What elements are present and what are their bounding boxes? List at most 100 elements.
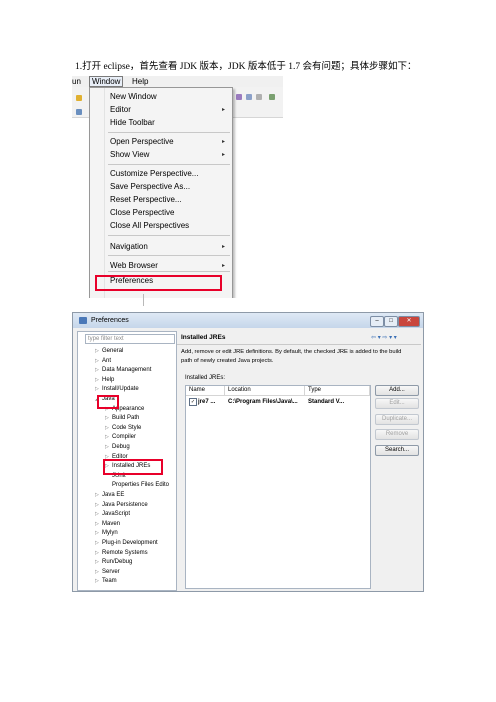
minimize-button[interactable]: – [370,316,384,327]
maximize-button[interactable]: □ [384,316,398,327]
column-type[interactable]: Type [305,386,370,395]
menu-item-editor[interactable]: Editor [110,105,131,115]
menu-item-new-window[interactable]: New Window [110,92,157,102]
jre-checkbox[interactable]: ✓ [189,398,197,406]
menu-gutter [104,88,105,298]
close-button[interactable]: ✕ [398,316,420,327]
tree-item-java-persistence[interactable]: Java Persistence [102,501,148,509]
tree-expand-icon[interactable]: ▷ [95,529,99,537]
menu-separator [108,235,230,236]
add-button[interactable]: Add... [375,385,419,396]
preferences-dialog: Preferences – □ ✕ type filter text ▷ Gene… [72,312,424,592]
menu-separator [108,132,230,133]
toolbar-nav-icon[interactable] [76,109,82,115]
menu-separator [108,164,230,165]
toolbar-pause-icon[interactable] [246,94,252,100]
filter-input[interactable]: type filter text [85,334,175,344]
tree-item-install-update[interactable]: Install/Update [102,385,139,393]
tree-expand-icon[interactable]: ▷ [95,577,99,585]
tree-expand-icon[interactable]: ▷ [95,376,99,384]
tree-expand-icon[interactable]: ▷ [95,510,99,518]
tree-expand-icon[interactable]: ▷ [105,414,109,422]
tree-expand-icon[interactable]: ▷ [95,385,99,393]
tree-expand-icon[interactable]: ▷ [95,539,99,547]
window-menu-screenshot: un Window Help New Window Editor ▸ Hide Too… [72,76,283,298]
jre-table: Name Location Type ✓ jre7 ... C:\Program… [185,385,371,589]
menu-item-reset-perspective[interactable]: Reset Perspective... [110,195,182,205]
history-nav-icons[interactable]: ⇦ ▾ ⇨ ▾ ▾ [371,334,397,341]
submenu-arrow-icon: ▸ [221,139,225,145]
tree-expand-icon[interactable]: ▷ [105,443,109,451]
tree-item-team[interactable]: Team [102,577,117,585]
tree-item-debug[interactable]: Debug [112,443,130,451]
menu-item-navigation[interactable]: Navigation [110,242,148,252]
tree-item-remote-systems[interactable]: Remote Systems [102,549,148,557]
tree-expand-icon[interactable]: ▷ [95,366,99,374]
tree-item-plug-in-development[interactable]: Plug-in Development [102,539,158,547]
edit-button[interactable]: Edit... [375,398,419,409]
column-location[interactable]: Location [225,386,305,395]
search-button[interactable]: Search... [375,445,419,456]
tree-expand-icon[interactable]: ▷ [95,520,99,528]
installed-jres-label: Installed JREs: [185,375,226,381]
tree-expand-icon[interactable]: ▷ [95,501,99,509]
page-title: Installed JREs [181,334,226,341]
toolbar-bulb-icon[interactable] [76,95,82,101]
tree-expand-icon[interactable]: ▷ [95,549,99,557]
preferences-window-icon [79,317,87,324]
tree-expand-icon[interactable]: ▷ [95,357,99,365]
toolbar-stop-icon[interactable] [256,94,262,100]
menu-item-show-view[interactable]: Show View [110,150,149,160]
column-name[interactable]: Name [186,386,225,395]
tree-item-ant[interactable]: Ant [102,357,111,365]
tree-expand-icon[interactable]: ▷ [95,558,99,566]
menu-item-open-perspective[interactable]: Open Perspective [110,137,174,147]
tree-item-code-style[interactable]: Code Style [112,424,141,432]
jre-name-cell[interactable]: jre7 ... [198,398,215,406]
toolbar-run-icon[interactable] [236,94,242,100]
tree-item-server[interactable]: Server [102,568,120,576]
menu-bar: un Window Help [72,76,283,87]
tree-item-data-management[interactable]: Data Management [102,366,151,374]
tree-expand-icon[interactable]: ▷ [95,568,99,576]
callout-line [143,294,144,306]
menu-item-close-all-perspectives[interactable]: Close All Perspectives [110,221,189,231]
tree-expand-icon[interactable]: ▷ [95,491,99,499]
jre-type-cell: Standard V... [308,399,345,405]
installed-jres-highlight-box [103,459,163,475]
duplicate-button[interactable]: Duplicate... [375,414,419,425]
remove-button[interactable]: Remove [375,429,419,440]
menu-item-hide-toolbar[interactable]: Hide Toolbar [110,118,155,128]
menu-item-close-perspective[interactable]: Close Perspective [110,208,174,218]
toolbar-step-icon[interactable] [269,94,275,100]
menu-help[interactable]: Help [132,76,148,87]
page-description: Add, remove or edit JRE definitions. By … [181,349,402,364]
step-heading: 1.打开 eclipse，首先查看 JDK 版本，JDK 版本低于 1.7 会有… [75,62,417,72]
tree-item-build-path[interactable]: Build Path [112,414,139,422]
submenu-arrow-icon: ▸ [221,107,225,113]
tree-item-properties-files-edito[interactable]: Properties Files Edito [112,481,169,489]
tree-item-java-ee[interactable]: Java EE [102,491,124,499]
tree-item-javascript[interactable]: JavaScript [102,510,130,518]
menu-item-customize-perspective[interactable]: Customize Perspective... [110,169,198,179]
menu-item-save-perspective-as[interactable]: Save Perspective As... [110,182,190,192]
tree-expand-icon[interactable]: ▷ [105,424,109,432]
menu-run[interactable]: un [72,76,81,87]
tree-item-run-debug[interactable]: Run/Debug [102,558,132,566]
menu-item-web-browser[interactable]: Web Browser [110,261,158,271]
installed-jres-page: Installed JREs ⇦ ▾ ⇨ ▾ ▾ Add, remove or … [177,331,421,589]
dialog-title: Preferences [91,317,129,324]
tree-expand-icon[interactable]: ▷ [105,433,109,441]
tree-item-general[interactable]: General [102,347,123,355]
tree-item-maven[interactable]: Maven [102,520,120,528]
dialog-titlebar: Preferences – □ ✕ [73,313,423,328]
java-highlight-box [97,395,119,409]
tree-item-compiler[interactable]: Compiler [112,433,136,441]
tree-item-mylyn[interactable]: Mylyn [102,529,118,537]
jre-location-cell: C:\Program Files\Java\... [228,399,298,405]
menu-window[interactable]: Window [89,76,124,87]
tree-item-help[interactable]: Help [102,376,114,384]
window-dropdown-menu: New Window Editor ▸ Hide Toolbar Open Perspe… [89,87,233,298]
submenu-arrow-icon: ▸ [221,244,225,250]
tree-expand-icon[interactable]: ▷ [95,347,99,355]
